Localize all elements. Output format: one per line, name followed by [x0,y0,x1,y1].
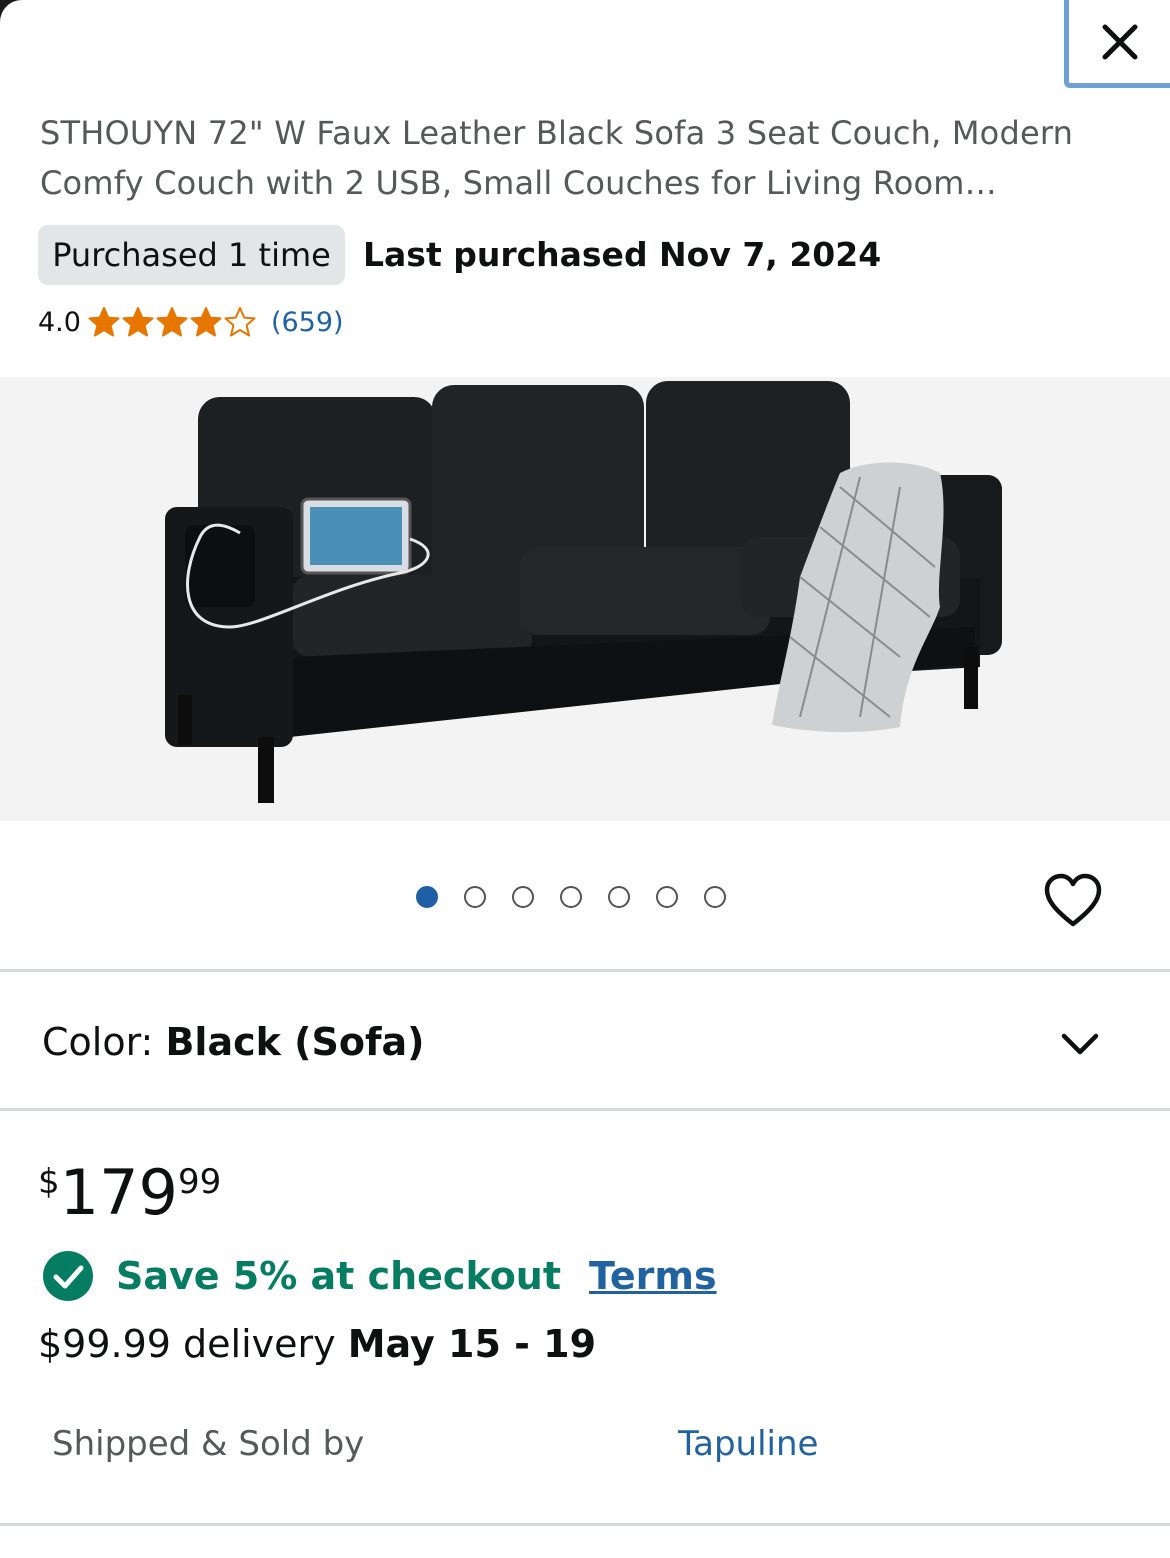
seller-link[interactable]: Tapuline [678,1420,818,1468]
star-filled-icon [190,307,222,337]
star-filled-icon [156,307,188,337]
star-filled-icon [88,307,120,337]
carousel-dot[interactable] [464,886,486,908]
price-fraction: 99 [177,1162,222,1202]
delivery-price: $99.99 delivery [38,1322,336,1366]
carousel-dot[interactable] [512,886,534,908]
check-circle-icon [43,1251,93,1301]
carousel-dot[interactable] [704,886,726,908]
price-whole: 179 [59,1156,178,1229]
chevron-down-icon[interactable] [1058,1024,1102,1064]
product-title-line-1: STHOUYN 72" W Faux Leather Black Sofa 3 … [40,114,1074,152]
carousel-dot[interactable] [416,886,438,908]
product-image-carousel[interactable] [0,377,1170,821]
rating-value: 4.0 [38,306,81,338]
terms-link[interactable]: Terms [589,1254,717,1298]
color-selector[interactable]: Color: Black (Sofa) [42,1014,425,1070]
delivery-info: $99.99 delivery May 15 - 19 [38,1316,596,1372]
star-filled-icon [122,307,154,337]
heart-icon[interactable] [1043,872,1103,930]
shipped-sold-label: Shipped & Sold by [52,1424,365,1464]
price: $ 179 99 [38,1158,221,1228]
product-title[interactable]: STHOUYN 72" W Faux Leather Black Sofa 3 … [40,108,1100,208]
sofa-product-image [165,381,1002,803]
divider [0,1108,1170,1111]
color-label: Color: [42,1020,154,1064]
review-count-link[interactable]: (659) [271,307,344,338]
rating-row[interactable]: 4.0 (659) [38,300,344,344]
star-empty-icon [224,307,256,337]
close-icon [1102,24,1137,59]
purchased-badge: Purchased 1 time [38,225,345,285]
close-button[interactable] [1064,0,1170,88]
carousel-dot[interactable] [656,886,678,908]
last-purchased-text: Last purchased Nov 7, 2024 [363,235,882,274]
carousel-dot[interactable] [560,886,582,908]
divider [0,1523,1170,1526]
carousel-dot[interactable] [608,886,630,908]
delivery-dates: May 15 - 19 [347,1322,597,1366]
carousel-indicators[interactable] [416,886,726,908]
price-currency: $ [38,1162,60,1202]
product-title-line-2: Comfy Couch with 2 USB, Small Couches fo… [40,164,997,202]
star-rating [87,306,257,338]
coupon-row: Save 5% at checkout Terms [42,1248,717,1304]
divider [0,969,1170,972]
color-value: Black (Sofa) [165,1020,425,1064]
save-text: Save 5% at checkout [116,1254,562,1298]
